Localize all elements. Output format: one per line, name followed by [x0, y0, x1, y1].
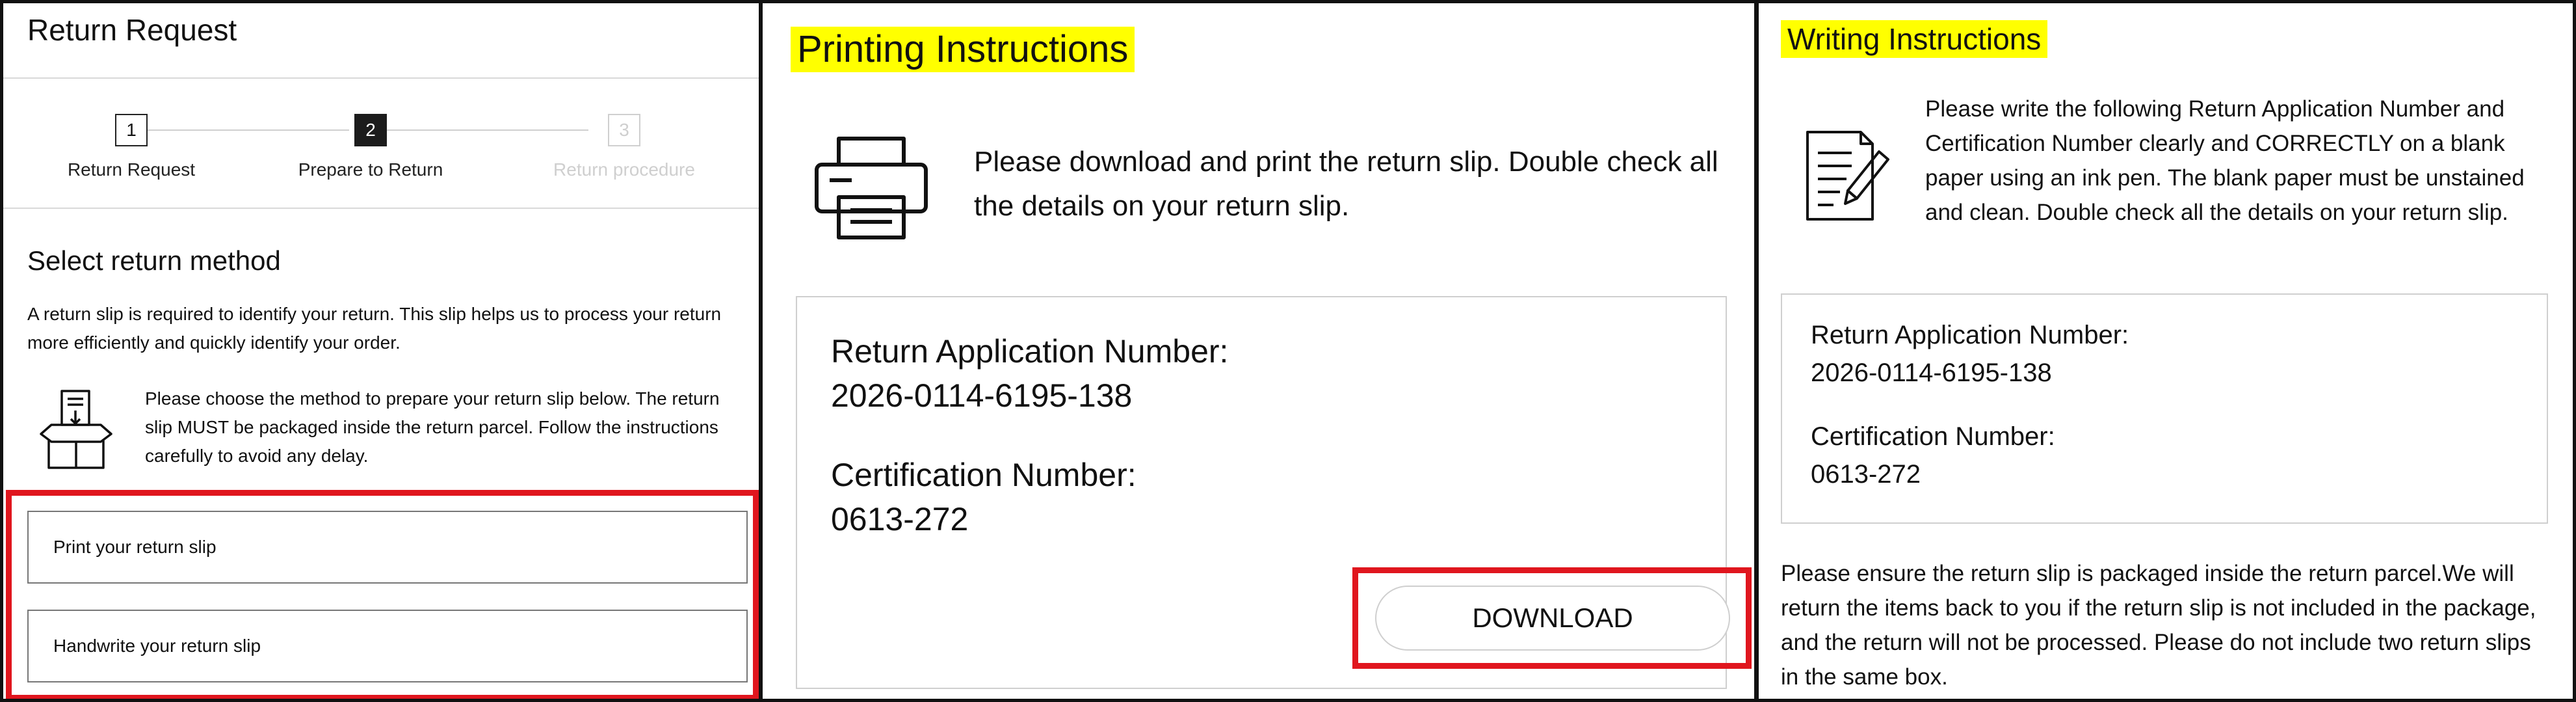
app-number-label: Return Application Number:	[1811, 321, 2129, 349]
page-title: Return Request	[27, 13, 237, 47]
step-connector	[387, 129, 588, 131]
divider	[3, 208, 759, 209]
step-connector	[148, 129, 349, 131]
step-1-label: Return Request	[67, 159, 196, 180]
download-button[interactable]: DOWNLOAD	[1375, 586, 1730, 651]
cert-number-label: Certification Number:	[1811, 422, 2055, 451]
writing-text: Please write the following Return Applic…	[1925, 96, 2525, 225]
writing-title: Writing Instructions	[1781, 20, 2048, 58]
cert-number-label: Certification Number:	[831, 457, 1137, 493]
handwrite-details: Return Application Number: 2026-0114-619…	[1781, 293, 2548, 524]
download-highlight-frame: DOWNLOAD	[1352, 567, 1752, 669]
return-request-panel: Return Request 1 Return Request 2 Prepar…	[0, 0, 762, 702]
progress-stepper: 1 Return Request 2 Prepare to Return 3 R…	[3, 114, 759, 192]
printing-instructions-panel: Printing Instructions Please download an…	[762, 0, 1755, 702]
cert-number-value: 0613-272	[831, 501, 969, 537]
step-1-indicator: 1	[115, 114, 148, 146]
divider	[3, 77, 759, 79]
return-slip-details: Return Application Number: 2026-0114-619…	[796, 296, 1752, 689]
step-3-indicator: 3	[608, 114, 640, 146]
printer-icon	[815, 137, 928, 239]
printing-title: Printing Instructions	[791, 27, 1135, 72]
box-return-slip-icon	[40, 390, 112, 469]
printing-text: Please download and print the return sli…	[974, 146, 1718, 222]
step-3-label: Return procedure	[553, 159, 695, 180]
method-note: Please choose the method to prepare your…	[145, 388, 720, 466]
step-2-label: Prepare to Return	[298, 159, 443, 180]
app-number-value: 2026-0114-6195-138	[831, 377, 1133, 414]
packaging-notice: Please ensure the return slip is package…	[1781, 561, 2536, 690]
panel-separator	[759, 0, 763, 702]
app-number-label: Return Application Number:	[831, 333, 1229, 370]
print-slip-option[interactable]: Print your return slip	[27, 511, 748, 584]
step-2-indicator: 2	[354, 114, 387, 146]
writing-document-icon	[1806, 131, 1889, 221]
cert-number-value: 0613-272	[1811, 460, 1921, 489]
app-number-value: 2026-0114-6195-138	[1811, 358, 2052, 387]
section-description: A return slip is required to identify yo…	[27, 304, 722, 353]
handwrite-slip-option[interactable]: Handwrite your return slip	[27, 610, 748, 682]
section-title: Select return method	[27, 245, 281, 276]
writing-instructions-panel: Writing Instructions Please write the fo…	[1755, 0, 2576, 702]
